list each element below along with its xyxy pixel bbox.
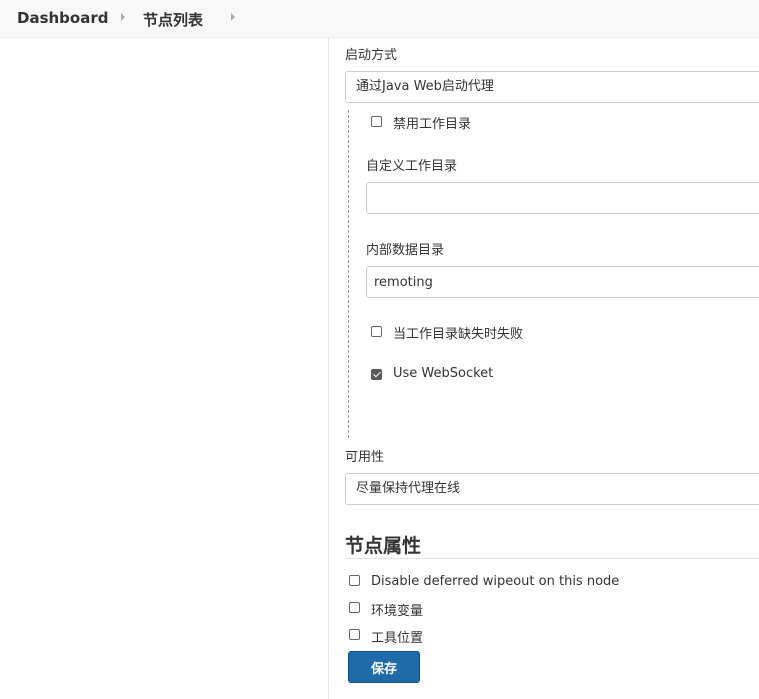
breadcrumb-bar: Dashboard 节点列表 bbox=[0, 0, 759, 38]
content-divider bbox=[328, 38, 329, 699]
env-vars-checkbox[interactable] bbox=[349, 602, 360, 613]
node-properties-title: 节点属性 bbox=[345, 535, 422, 557]
launch-method-label: 启动方式 bbox=[345, 48, 398, 63]
section-divider bbox=[345, 558, 759, 559]
breadcrumb-chevron-icon[interactable] bbox=[121, 13, 125, 21]
availability-label: 可用性 bbox=[345, 450, 385, 465]
breadcrumb-dashboard[interactable]: Dashboard bbox=[17, 9, 108, 27]
internal-data-dir-input[interactable] bbox=[366, 266, 759, 298]
internal-data-dir-label: 内部数据目录 bbox=[366, 243, 445, 258]
disable-workdir-checkbox[interactable] bbox=[371, 116, 382, 127]
save-button[interactable]: 保存 bbox=[348, 651, 420, 683]
tool-locations-checkbox[interactable] bbox=[349, 629, 360, 640]
disable-workdir-label[interactable]: 禁用工作目录 bbox=[393, 113, 471, 132]
disable-deferred-wipeout-checkbox[interactable] bbox=[349, 575, 360, 586]
env-vars-label[interactable]: 环境变量 bbox=[371, 600, 423, 619]
launch-method-select[interactable]: 通过Java Web启动代理 bbox=[345, 71, 759, 103]
tool-locations-label[interactable]: 工具位置 bbox=[371, 627, 423, 646]
custom-workdir-label: 自定义工作目录 bbox=[366, 159, 458, 174]
fail-if-workdir-missing-checkbox[interactable] bbox=[371, 326, 382, 337]
fail-if-workdir-missing-label[interactable]: 当工作目录缺失时失败 bbox=[393, 323, 523, 342]
custom-workdir-input[interactable] bbox=[366, 182, 759, 214]
use-websocket-checkbox[interactable] bbox=[371, 369, 382, 380]
nested-options-guide bbox=[348, 110, 349, 438]
availability-select[interactable]: 尽量保持代理在线 bbox=[345, 473, 759, 505]
breadcrumb-node-list[interactable]: 节点列表 bbox=[143, 9, 203, 30]
disable-deferred-wipeout-label[interactable]: Disable deferred wipeout on this node bbox=[371, 574, 619, 589]
breadcrumb-chevron-icon[interactable] bbox=[231, 13, 235, 21]
use-websocket-label[interactable]: Use WebSocket bbox=[393, 366, 493, 381]
